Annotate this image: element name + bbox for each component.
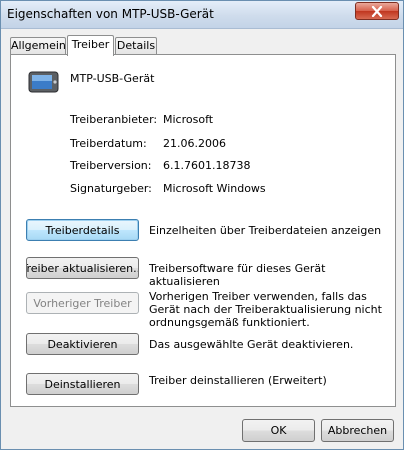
close-icon (371, 5, 383, 17)
driver-version-value: 6.1.7601.18738 (163, 159, 251, 172)
device-icon (28, 71, 59, 93)
device-name: MTP-USB-Gerät (70, 72, 155, 85)
close-button[interactable] (355, 2, 399, 20)
tab-treiber[interactable]: Treiber (67, 35, 114, 56)
tab-details[interactable]: Details (115, 37, 157, 55)
driver-provider-label: Treiberanbieter: (70, 113, 158, 126)
uninstall-button[interactable]: Deinstallieren (26, 373, 139, 395)
digital-signer-label: Signaturgeber: (70, 182, 152, 195)
tab-strip: Allgemein Treiber Details (10, 35, 400, 56)
digital-signer-value: Microsoft Windows (163, 182, 266, 195)
cancel-button[interactable]: Abbrechen (321, 419, 394, 442)
window-title: Eigenschaften von MTP-USB-Gerät (7, 7, 214, 21)
update-driver-description: Treibersoftware für dieses Gerät aktuali… (149, 262, 326, 288)
update-driver-button[interactable]: Treiber aktualisieren... (26, 257, 139, 279)
uninstall-description: Treiber deinstallieren (Erweitert) (149, 374, 327, 387)
driver-tab-panel: MTP-USB-Gerät Treiberanbieter: Microsoft… (10, 54, 396, 407)
driver-provider-value: Microsoft (163, 113, 214, 126)
title-bar[interactable]: Eigenschaften von MTP-USB-Gerät (1, 1, 403, 29)
ok-button[interactable]: OK (242, 419, 315, 442)
tab-allgemein[interactable]: Allgemein (10, 37, 66, 55)
driver-date-value: 21.06.2006 (163, 137, 226, 150)
driver-version-label: Treiberversion: (70, 159, 152, 172)
disable-device-description: Das ausgewählte Gerät deaktivieren. (149, 338, 354, 351)
roll-back-driver-description: Vorherigen Treiber verwenden, falls das … (149, 290, 382, 329)
driver-details-description: Einzelheiten über Treiberdateien anzeige… (149, 224, 382, 237)
driver-date-label: Treiberdatum: (70, 137, 147, 150)
disable-device-button[interactable]: Deaktivieren (26, 333, 139, 355)
properties-dialog: Eigenschaften von MTP-USB-Gerät Allgemei… (0, 0, 404, 450)
driver-details-button[interactable]: Treiberdetails (26, 219, 139, 241)
roll-back-driver-button[interactable]: Vorheriger Treiber (26, 292, 139, 314)
